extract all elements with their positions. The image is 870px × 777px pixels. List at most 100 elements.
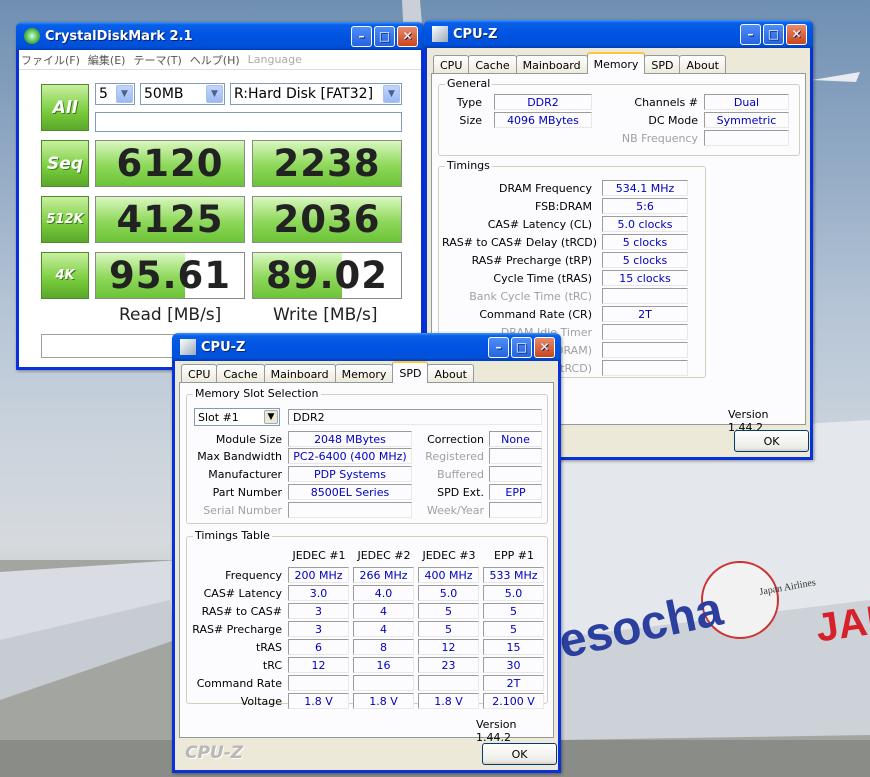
tab-cache[interactable]: Cache [216, 364, 265, 383]
tab-cpu[interactable]: CPU [181, 364, 218, 383]
size-value: 4096 MBytes [494, 112, 592, 128]
timings-row-label: tRC [262, 659, 282, 672]
max-bandwidth-value: PC2-6400 (400 MHz) [288, 448, 412, 464]
manufacturer-label: Manufacturer [208, 468, 282, 481]
menu-help[interactable]: ヘルプ(H) [190, 52, 240, 68]
512k-read-value: 4125 [116, 198, 224, 241]
close-button[interactable]: ✕ [534, 336, 555, 358]
close-button[interactable]: ✕ [397, 25, 418, 47]
part-number-label: Part Number [212, 486, 282, 499]
chevron-down-icon: ▼ [264, 410, 278, 424]
tab-spd[interactable]: SPD [644, 55, 681, 74]
timings-column-header: JEDEC #2 [357, 549, 411, 562]
timings-cell: 6 [288, 639, 349, 655]
menu-edit[interactable]: 編集(E) [88, 52, 126, 68]
drive-select[interactable]: R:Hard Disk [FAT32] ▼ [230, 83, 402, 105]
512k-write-result: 2036 [252, 196, 402, 243]
tab-memory[interactable]: Memory [334, 364, 394, 383]
timing-label: FSB:DRAM [534, 200, 592, 213]
minimize-button[interactable]: – [488, 336, 509, 358]
dcmode-value: Symmetric [704, 112, 789, 128]
spd-ext-value: EPP [489, 484, 542, 500]
seq-write-result: 2238 [252, 140, 402, 187]
512k-button[interactable]: 512K [41, 196, 89, 243]
general-group-label: General [445, 77, 493, 90]
timings-cell: 16 [353, 657, 414, 673]
timing-label: RAS# Precharge (tRP) [471, 254, 592, 267]
maximize-button[interactable]: □ [511, 336, 532, 358]
buffered-label: Buffered [437, 468, 484, 481]
test-count-select[interactable]: 5 ▼ [95, 83, 135, 105]
timings-cell [288, 675, 349, 691]
drive-value: R:Hard Disk [FAT32] [234, 86, 374, 102]
registered-value [489, 448, 542, 464]
timings-cell: 23 [418, 657, 479, 673]
ok-button[interactable]: OK [734, 430, 809, 452]
maximize-button[interactable]: □ [374, 25, 395, 47]
cpuz-app-icon [180, 339, 196, 355]
timings-column-header: JEDEC #3 [422, 549, 476, 562]
timings-row-label: tRAS [255, 641, 282, 654]
timing-value [602, 324, 688, 340]
timing-label: Command Rate (CR) [479, 308, 592, 321]
seq-button[interactable]: Seq [41, 140, 89, 187]
cdm-title-bar[interactable]: CrystalDiskMark 2.1 – □ ✕ [16, 22, 424, 50]
timings-column-header: EPP #1 [494, 549, 534, 562]
test-size-select[interactable]: 50MB ▼ [140, 83, 225, 105]
512k-write-value: 2036 [273, 198, 381, 241]
close-button[interactable]: ✕ [786, 23, 807, 45]
minimize-button[interactable]: – [740, 23, 761, 45]
cpuz-app-icon [432, 26, 448, 42]
timings-cell: 2.100 V [483, 693, 544, 709]
timings-row-label: RAS# Precharge [192, 623, 282, 636]
timings-cell: 5 [483, 603, 544, 619]
timings-row-label: RAS# to CAS# [201, 605, 282, 618]
timing-value: 5:6 [602, 198, 688, 214]
timings-cell [353, 675, 414, 691]
cpuz-memory-title-bar[interactable]: CPU-Z – □ ✕ [424, 20, 813, 48]
timings-cell: 533 MHz [483, 567, 544, 583]
timings-cell: 30 [483, 657, 544, 673]
tab-about[interactable]: About [427, 364, 474, 383]
max-bandwidth-label: Max Bandwidth [197, 450, 282, 463]
4k-button[interactable]: 4K [41, 252, 89, 299]
correction-label: Correction [427, 433, 484, 446]
timings-group-label: Timings [445, 159, 492, 172]
timings-cell: 5 [418, 603, 479, 619]
all-button[interactable]: All [41, 84, 89, 131]
tab-mainboard[interactable]: Mainboard [515, 55, 588, 74]
chevron-down-icon: ▼ [383, 85, 400, 103]
tab-cache[interactable]: Cache [468, 55, 517, 74]
timings-cell: 4 [353, 621, 414, 637]
ok-button[interactable]: OK [482, 743, 557, 765]
slot-select[interactable]: Slot #1 ▼ [194, 408, 280, 426]
timing-value: 5 clocks [602, 252, 688, 268]
write-header: Write [MB/s] [273, 305, 378, 325]
tab-cpu[interactable]: CPU [433, 55, 470, 74]
timings-cell: 5 [483, 621, 544, 637]
tab-memory[interactable]: Memory [586, 52, 646, 74]
timings-cell: 400 MHz [418, 567, 479, 583]
cpuz-memory-title: CPU-Z [453, 26, 498, 42]
comment-field[interactable] [95, 112, 402, 132]
timings-row-label: Command Rate [196, 677, 282, 690]
maximize-button[interactable]: □ [763, 23, 784, 45]
seq-write-value: 2238 [273, 142, 381, 185]
timings-row-label: Voltage [240, 695, 282, 708]
timing-value: 2T [602, 306, 688, 322]
cpuz-spd-title-bar[interactable]: CPU-Z – □ ✕ [172, 333, 561, 361]
menu-language[interactable]: Language [248, 53, 302, 66]
nbfreq-value [704, 130, 789, 146]
dcmode-label: DC Mode [648, 114, 698, 127]
timings-cell: 3 [288, 621, 349, 637]
slot-selection-label: Memory Slot Selection [193, 387, 321, 400]
tab-spd[interactable]: SPD [392, 361, 429, 383]
menu-file[interactable]: ファイル(F) [21, 52, 80, 68]
tab-about[interactable]: About [679, 55, 726, 74]
seq-read-value: 6120 [116, 142, 224, 185]
menu-theme[interactable]: テーマ(T) [133, 52, 181, 68]
tab-mainboard[interactable]: Mainboard [263, 364, 336, 383]
buffered-value [489, 466, 542, 482]
minimize-button[interactable]: – [351, 25, 372, 47]
timings-cell [418, 675, 479, 691]
